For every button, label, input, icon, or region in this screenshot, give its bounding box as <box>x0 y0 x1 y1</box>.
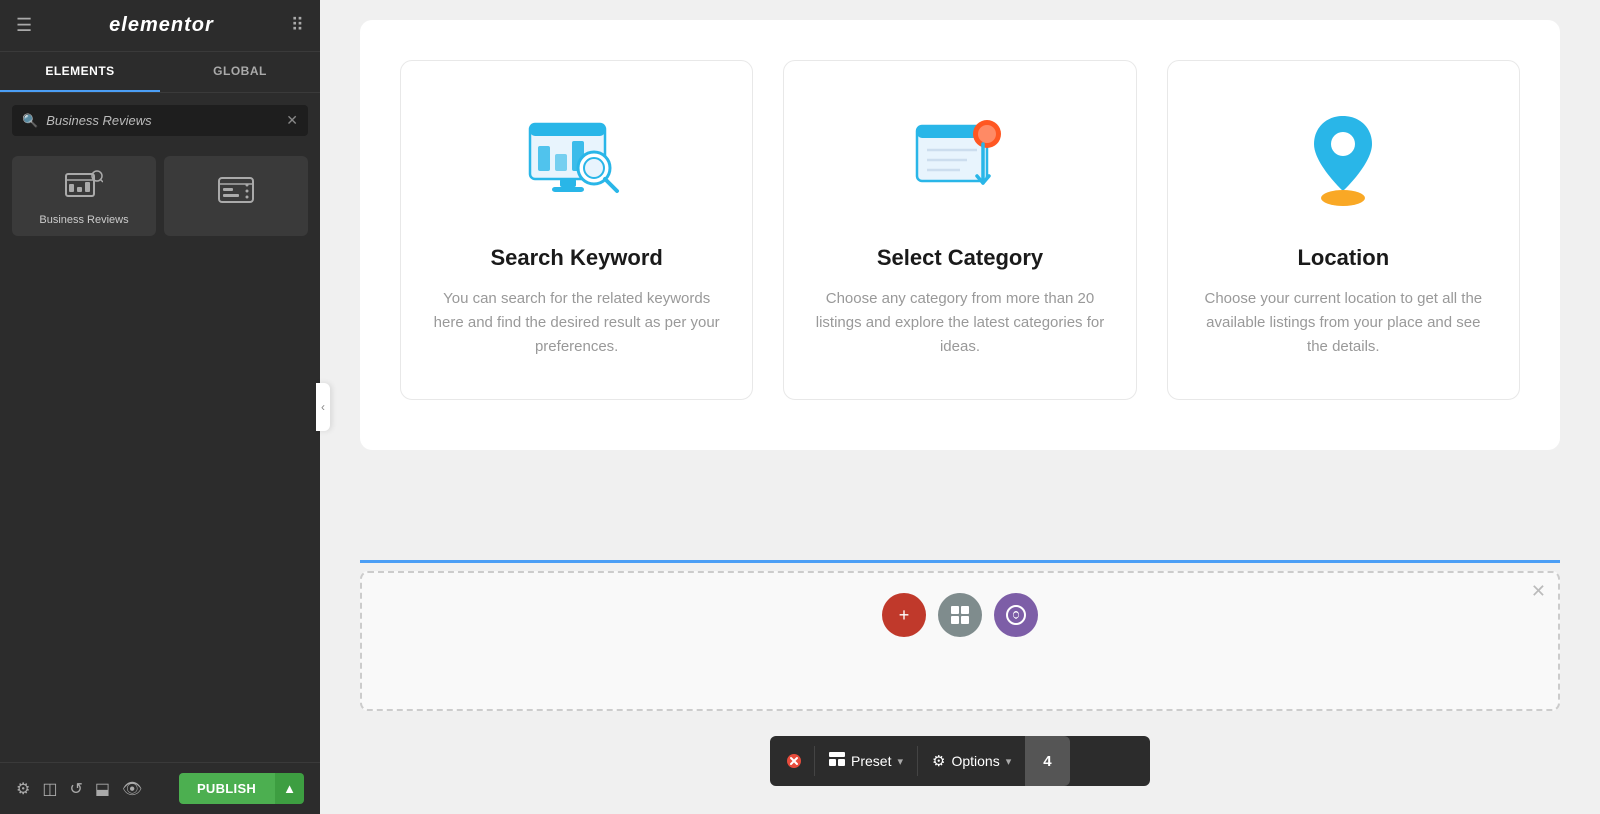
tab-global[interactable]: GLOBAL <box>160 52 320 92</box>
publish-button[interactable]: PUBLISH <box>179 773 274 804</box>
location-description: Choose your current location to get all … <box>1198 287 1489 359</box>
sidebar-footer: ⚙ ◫ ↺ ⬓ 👁 PUBLISH ▲ <box>0 762 320 814</box>
sidebar: ☰ elementor ⠿ ELEMENTS GLOBAL 🔍 ✕ <box>0 0 320 814</box>
eye-icon[interactable]: 👁 <box>122 779 142 799</box>
add-section-button[interactable]: + <box>882 593 926 637</box>
footer-icons: ⚙ ◫ ↺ ⬓ 👁 <box>16 779 142 799</box>
toolbar-options-button[interactable]: ⚙ Options ▾ <box>918 752 1025 770</box>
empty-section[interactable]: ✕ + <box>360 571 1560 711</box>
preset-label: Preset <box>851 753 891 769</box>
section-add-buttons: + <box>362 573 1558 637</box>
search-keyword-description: You can search for the related keywords … <box>431 287 722 359</box>
tab-elements[interactable]: ELEMENTS <box>0 52 160 92</box>
widget-grid: Business Reviews <box>0 148 320 244</box>
search-input[interactable] <box>46 113 286 128</box>
settings-icon[interactable]: ⚙ <box>16 779 30 799</box>
preset-chevron-icon: ▾ <box>897 755 903 768</box>
sidebar-header: ☰ elementor ⠿ <box>0 0 320 52</box>
select-category-icon <box>900 101 1020 221</box>
canvas-spacer: ✋ <box>360 450 1560 560</box>
options-gear-icon: ⚙ <box>932 752 945 770</box>
layers-icon[interactable]: ◫ <box>42 779 57 799</box>
widget-icon <box>65 170 103 208</box>
add-widget-button[interactable] <box>994 593 1038 637</box>
add-template-button[interactable] <box>938 593 982 637</box>
bottom-toolbar: Preset ▾ ⚙ Options ▾ 4 <box>770 736 1150 786</box>
location-icon <box>1283 101 1403 221</box>
search-bar: 🔍 ✕ <box>12 105 308 136</box>
app-logo: elementor <box>109 14 214 37</box>
search-icon: 🔍 <box>22 113 38 129</box>
search-keyword-icon <box>517 101 637 221</box>
feature-cards-section: Search Keyword You can search for the re… <box>360 20 1560 450</box>
feature-card-select-category: Select Category Choose any category from… <box>783 60 1136 400</box>
grid-icon[interactable]: ⠿ <box>291 15 304 36</box>
widget-label: Business Reviews <box>39 214 128 226</box>
hamburger-icon[interactable]: ☰ <box>16 15 32 36</box>
select-category-title: Select Category <box>877 245 1043 271</box>
canvas: Search Keyword You can search for the re… <box>320 0 1600 814</box>
widget-business-reviews[interactable]: Business Reviews <box>12 156 156 236</box>
widget-placeholder <box>164 156 308 236</box>
widget-icon-2 <box>218 177 254 213</box>
toolbar-count: 4 <box>1025 736 1069 786</box>
collapse-chevron-icon: ‹ <box>321 400 325 414</box>
options-label: Options <box>951 753 999 769</box>
search-keyword-title: Search Keyword <box>490 245 662 271</box>
clear-search-icon[interactable]: ✕ <box>286 112 298 129</box>
publish-button-group: PUBLISH ▲ <box>179 773 304 804</box>
feature-card-search-keyword: Search Keyword You can search for the re… <box>400 60 753 400</box>
collapse-handle[interactable]: ‹ <box>316 383 330 431</box>
toolbar-preset-button[interactable]: Preset ▾ <box>815 752 917 770</box>
section-separator <box>360 560 1560 563</box>
preset-icon <box>829 752 845 770</box>
location-title: Location <box>1297 245 1389 271</box>
publish-arrow-button[interactable]: ▲ <box>274 773 304 804</box>
options-chevron-icon: ▾ <box>1006 755 1012 768</box>
close-section-icon[interactable]: ✕ <box>1531 581 1546 602</box>
save-icon[interactable]: ⬓ <box>95 779 110 799</box>
select-category-description: Choose any category from more than 20 li… <box>814 287 1105 359</box>
main-area: Search Keyword You can search for the re… <box>320 0 1600 814</box>
history-icon[interactable]: ↺ <box>69 779 82 799</box>
feature-card-location: Location Choose your current location to… <box>1167 60 1520 400</box>
sidebar-tabs: ELEMENTS GLOBAL <box>0 52 320 93</box>
toolbar-close-button[interactable] <box>774 753 814 769</box>
